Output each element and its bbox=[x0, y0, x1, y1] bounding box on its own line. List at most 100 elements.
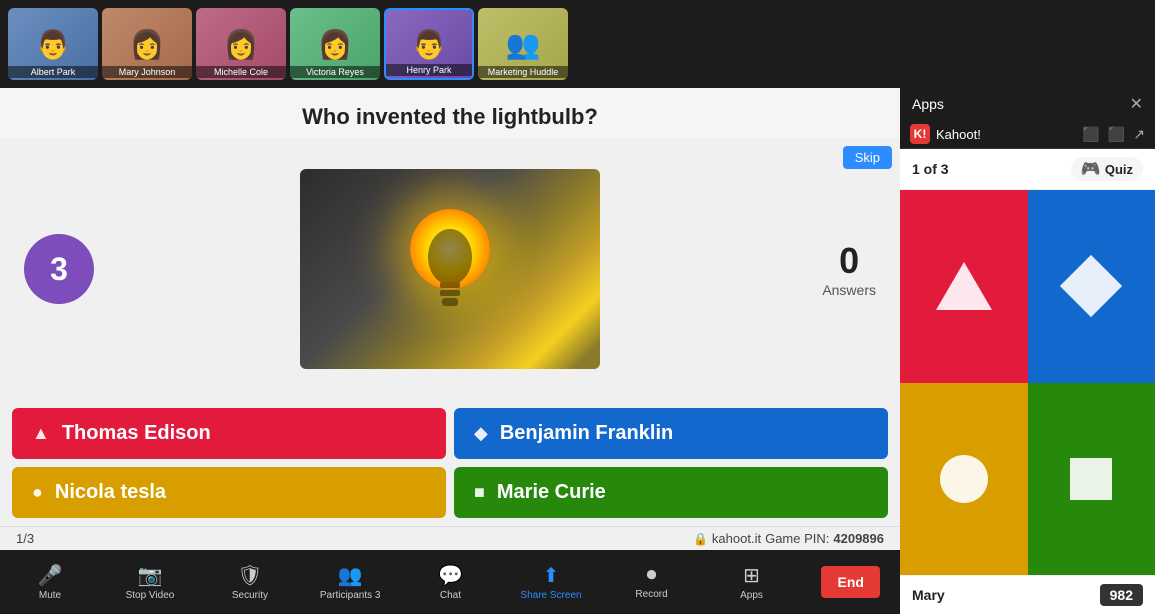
toolbar-record[interactable]: ⏺ Record bbox=[622, 564, 682, 600]
circle-icon: ● bbox=[32, 482, 43, 503]
kahoot-content: 1 of 3 🎮 Quiz bbox=[900, 149, 1155, 614]
filter-icon[interactable]: ⬛ bbox=[1108, 126, 1125, 143]
participant-tile-michelle[interactable]: 👩 Michelle Cole bbox=[196, 8, 286, 80]
answers-label: Answers bbox=[822, 282, 876, 298]
leaderboard-row: Mary 982 bbox=[900, 575, 1155, 614]
triangle-icon: ▲ bbox=[32, 423, 50, 444]
participant-tile-mary[interactable]: 👩 Mary Johnson bbox=[102, 8, 192, 80]
content-area: 3 Skip 0 Answers bbox=[0, 138, 900, 400]
shape-cell-red[interactable] bbox=[900, 190, 1028, 383]
stopvideo-label: Stop Video bbox=[126, 590, 175, 601]
question-area: Who invented the lightbulb? bbox=[0, 88, 900, 138]
toolbar-participants[interactable]: 👥 Participants 3 bbox=[320, 563, 381, 601]
lock-icon: 🔒 bbox=[693, 532, 708, 546]
triangle-shape bbox=[936, 262, 992, 310]
answer-text-benjamin: Benjamin Franklin bbox=[500, 422, 673, 445]
quiz-counter: 1 of 3 bbox=[912, 161, 949, 177]
leaderboard-score: 982 bbox=[1100, 584, 1143, 606]
apps-title: Apps bbox=[912, 96, 944, 112]
participant-name-victoria: Victoria Reyes bbox=[290, 66, 380, 78]
answers-number: 0 bbox=[822, 240, 876, 282]
quiz-badge-label: Quiz bbox=[1105, 162, 1133, 177]
toolbar-sharescr[interactable]: ⬆ Share Screen bbox=[520, 563, 581, 601]
toolbar-mute[interactable]: 🎤 Mute bbox=[20, 563, 80, 601]
participants-label: Participants 3 bbox=[320, 590, 381, 601]
chat-label: Chat bbox=[440, 590, 461, 601]
circle-shape bbox=[940, 455, 988, 503]
lightbulb-svg bbox=[420, 219, 480, 319]
chat-icon: 💬 bbox=[438, 563, 463, 588]
answers-grid: ▲ Thomas Edison ◆ Benjamin Franklin ● Ni… bbox=[0, 400, 900, 526]
progress-indicator: 1/3 bbox=[16, 531, 34, 546]
answer-text-marie: Marie Curie bbox=[497, 481, 606, 504]
shape-cell-blue[interactable] bbox=[1028, 190, 1155, 383]
quiz-info: 1 of 3 🎮 Quiz bbox=[900, 149, 1155, 190]
mute-label: Mute bbox=[39, 590, 61, 601]
kahoot-logo: K! bbox=[910, 124, 930, 144]
answer-option-marie[interactable]: ■ Marie Curie bbox=[454, 467, 888, 518]
answers-count-panel: 0 Answers bbox=[822, 240, 876, 298]
participant-name-marketing: Marketing Huddle bbox=[478, 66, 568, 78]
screen-icon[interactable]: ⬛ bbox=[1082, 126, 1099, 143]
security-label: Security bbox=[232, 590, 268, 601]
leaderboard-name: Mary bbox=[912, 587, 945, 603]
mute-icon: 🎤 bbox=[38, 563, 63, 588]
share-screen-icon: ⬆ bbox=[543, 563, 560, 588]
camera-icon: 📷 bbox=[138, 563, 163, 588]
participant-tile-victoria[interactable]: 👩 Victoria Reyes bbox=[290, 8, 380, 80]
toolbar: 🎤 Mute 📷 Stop Video 🛡 Security 👥 Partici… bbox=[0, 550, 900, 614]
square-icon: ■ bbox=[474, 482, 485, 503]
toolbar-chat[interactable]: 💬 Chat bbox=[420, 563, 480, 601]
quiz-badge-icon: 🎮 bbox=[1081, 159, 1101, 179]
main-area: Who invented the lightbulb? 3 Skip 0 Ans… bbox=[0, 88, 1155, 614]
toolbar-stopvideo[interactable]: 📷 Stop Video bbox=[120, 563, 180, 601]
answer-text-nicola: Nicola tesla bbox=[55, 481, 166, 504]
diamond-shape bbox=[1060, 255, 1122, 317]
question-text: Who invented the lightbulb? bbox=[24, 104, 876, 130]
answer-option-thomas[interactable]: ▲ Thomas Edison bbox=[12, 408, 446, 459]
lightbulb-image bbox=[300, 169, 600, 369]
toolbar-apps[interactable]: ⊞ Apps bbox=[722, 563, 782, 601]
status-bar: 1/3 🔒 kahoot.it Game PIN: 4209896 bbox=[0, 526, 900, 550]
game-pin-area: 🔒 kahoot.it Game PIN: 4209896 bbox=[693, 531, 884, 546]
record-icon: ⏺ bbox=[647, 564, 657, 587]
apps-header: Apps ✕ bbox=[900, 88, 1155, 120]
square-shape bbox=[1070, 458, 1112, 500]
kahoot-actions: ⬛ ⬛ ↗ bbox=[1082, 126, 1145, 143]
security-icon: 🛡 bbox=[237, 563, 262, 588]
participant-name-michelle: Michelle Cole bbox=[196, 66, 286, 78]
apps-panel: Apps ✕ K! Kahoot! ⬛ ⬛ ↗ 1 of 3 🎮 Quiz bbox=[900, 88, 1155, 614]
game-pin-label: Game PIN: bbox=[765, 531, 829, 546]
toolbar-security[interactable]: 🛡 Security bbox=[220, 563, 280, 601]
participant-tile-marketing[interactable]: 👥 Marketing Huddle bbox=[478, 8, 568, 80]
answer-option-benjamin[interactable]: ◆ Benjamin Franklin bbox=[454, 408, 888, 459]
external-icon[interactable]: ↗ bbox=[1133, 126, 1145, 143]
answer-shapes-grid bbox=[900, 190, 1155, 575]
apps-label: Apps bbox=[740, 590, 763, 601]
answer-text-thomas: Thomas Edison bbox=[62, 422, 211, 445]
quiz-badge: 🎮 Quiz bbox=[1071, 157, 1143, 181]
skip-button[interactable]: Skip bbox=[843, 146, 892, 169]
close-icon[interactable]: ✕ bbox=[1130, 94, 1143, 114]
shape-cell-yellow[interactable] bbox=[900, 383, 1028, 576]
diamond-icon: ◆ bbox=[474, 423, 488, 444]
record-label: Record bbox=[635, 589, 667, 600]
participant-tile-albert[interactable]: 👨 Albert Park bbox=[8, 8, 98, 80]
timer-circle: 3 bbox=[24, 234, 94, 304]
end-button[interactable]: End bbox=[821, 566, 879, 598]
participant-tile-henry[interactable]: 👨 Henry Park bbox=[384, 8, 474, 80]
participant-name-albert: Albert Park bbox=[8, 66, 98, 78]
kahoot-site: kahoot.it bbox=[712, 531, 761, 546]
sharescr-label: Share Screen bbox=[520, 590, 581, 601]
kahoot-name: Kahoot! bbox=[936, 127, 1076, 142]
shape-cell-green[interactable] bbox=[1028, 383, 1155, 576]
top-bar: 👨 Albert Park 👩 Mary Johnson 👩 Michelle … bbox=[0, 0, 1155, 88]
game-pin-value: 4209896 bbox=[833, 531, 884, 546]
participants-icon: 👥 bbox=[338, 563, 363, 588]
participant-name-mary: Mary Johnson bbox=[102, 66, 192, 78]
apps-icon: ⊞ bbox=[743, 563, 760, 588]
kahoot-bar: K! Kahoot! ⬛ ⬛ ↗ bbox=[900, 120, 1155, 149]
participant-name-henry: Henry Park bbox=[386, 64, 472, 76]
left-column: Who invented the lightbulb? 3 Skip 0 Ans… bbox=[0, 88, 900, 614]
answer-option-nicola[interactable]: ● Nicola tesla bbox=[12, 467, 446, 518]
